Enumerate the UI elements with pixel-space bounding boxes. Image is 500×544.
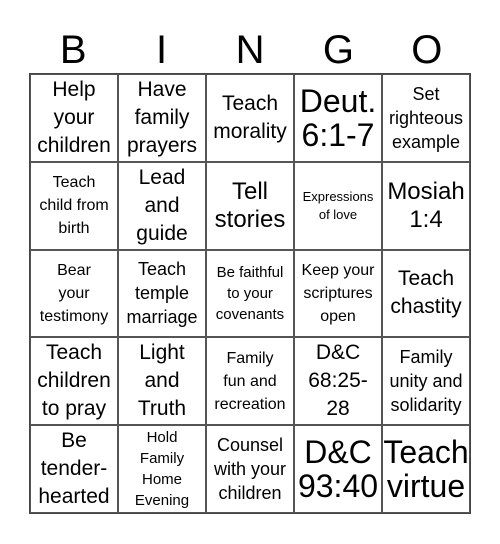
- bingo-cell-text: Set righteous example: [388, 83, 464, 152]
- bingo-cell-text: Hold Family Home Evening: [134, 429, 190, 510]
- bingo-cell[interactable]: Teach temple marriage: [118, 249, 206, 338]
- bingo-cell[interactable]: Lead and guide: [118, 161, 206, 250]
- bingo-header: B I N G O: [29, 28, 471, 72]
- bingo-cell[interactable]: Teach child from birth: [30, 161, 118, 250]
- header-letter-b: B: [59, 28, 87, 72]
- bingo-cell[interactable]: Be faithful to your covenants: [206, 249, 294, 338]
- bingo-card-grid: Help your children Have family prayers Tea…: [29, 73, 471, 514]
- header-letter-i: I: [156, 28, 168, 72]
- header-letter-n: N: [235, 28, 265, 72]
- header-letter-o: O: [411, 28, 443, 72]
- bingo-cell-text: Lead and guide: [136, 165, 188, 245]
- bingo-cell[interactable]: Deut. 6:1-7: [294, 74, 382, 162]
- bingo-cell-text: Teach temple marriage: [126, 259, 198, 328]
- bingo-cell[interactable]: Teach morality: [206, 74, 294, 162]
- bingo-cell[interactable]: Mosiah 1:4: [382, 161, 470, 250]
- bingo-cell[interactable]: Family unity and solidarity: [382, 337, 470, 426]
- bingo-cell[interactable]: Tell stories: [206, 161, 294, 250]
- bingo-cell[interactable]: Light and Truth: [118, 337, 206, 426]
- bingo-cell-text: Have family prayers: [126, 77, 198, 157]
- bingo-cell-text: Teach chastity: [390, 267, 462, 319]
- bingo-cell[interactable]: Hold Family Home Evening: [118, 425, 206, 513]
- bingo-cell-text: Bear your testimony: [39, 261, 109, 325]
- bingo-cell[interactable]: Have family prayers: [118, 74, 206, 162]
- bingo-cell-text: Keep your scriptures open: [301, 261, 375, 325]
- header-letter-g: G: [322, 28, 354, 72]
- bingo-cell-text: Be faithful to your covenants: [215, 263, 285, 323]
- bingo-cell[interactable]: Bear your testimony: [30, 249, 118, 338]
- bingo-cell-text: Teach morality: [213, 91, 287, 143]
- bingo-cell-text: D&C 68:25- 28: [308, 341, 368, 421]
- bingo-cell[interactable]: Expressions of love: [294, 161, 382, 250]
- bingo-cell[interactable]: Teach virtue: [382, 425, 470, 513]
- bingo-cell[interactable]: Keep your scriptures open: [294, 249, 382, 338]
- bingo-cell-text: Be tender- hearted: [38, 429, 110, 509]
- bingo-cell[interactable]: Set righteous example: [382, 74, 470, 162]
- bingo-cell-text: Deut. 6:1-7: [299, 82, 377, 153]
- bingo-cell-text: Light and Truth: [137, 341, 187, 421]
- bingo-cell[interactable]: Be tender- hearted: [30, 425, 118, 513]
- bingo-cell-text: Teach children to pray: [37, 341, 111, 421]
- bingo-cell-text: Family unity and solidarity: [389, 347, 463, 416]
- bingo-cell-text: Expressions of love: [302, 188, 374, 222]
- bingo-cell[interactable]: Counsel with your children: [206, 425, 294, 513]
- bingo-cell-text: Teach virtue: [383, 434, 469, 505]
- bingo-cell[interactable]: Teach chastity: [382, 249, 470, 338]
- bingo-cell-text: Teach child from birth: [39, 174, 109, 238]
- bingo-cell[interactable]: D&C 68:25- 28: [294, 337, 382, 426]
- bingo-cell[interactable]: Help your children: [30, 74, 118, 162]
- bingo-cell-text: Family fun and recreation: [214, 349, 286, 413]
- bingo-cell[interactable]: Family fun and recreation: [206, 337, 294, 426]
- bingo-cell[interactable]: D&C 93:40: [294, 425, 382, 513]
- bingo-cell[interactable]: Teach children to pray: [30, 337, 118, 426]
- bingo-cell-text: Tell stories: [214, 177, 286, 233]
- bingo-cell-text: D&C 93:40: [297, 434, 379, 505]
- bingo-cell-text: Help your children: [37, 77, 111, 157]
- bingo-cell-text: Mosiah 1:4: [387, 177, 465, 233]
- bingo-cell-text: Counsel with your children: [213, 435, 287, 504]
